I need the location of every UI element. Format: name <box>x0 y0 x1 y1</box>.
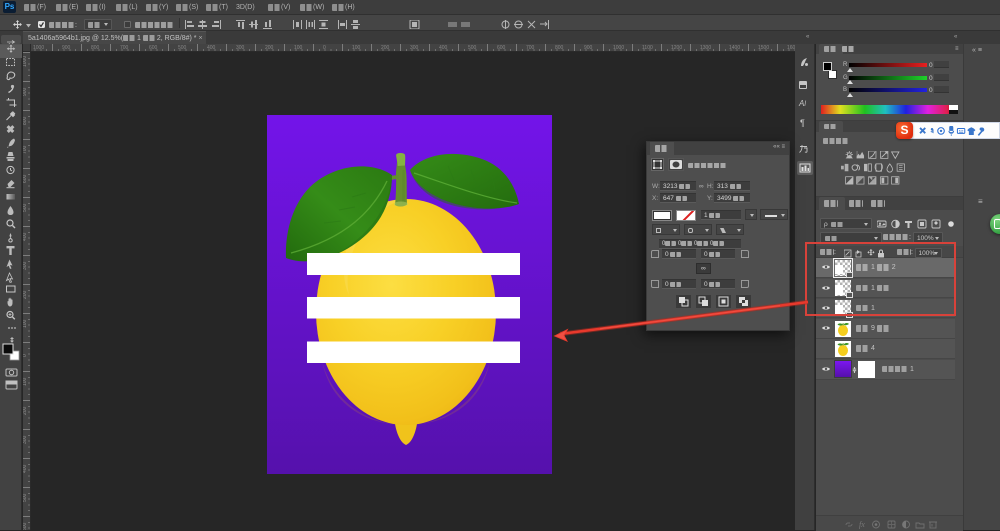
svg-text:fx: fx <box>859 520 865 529</box>
